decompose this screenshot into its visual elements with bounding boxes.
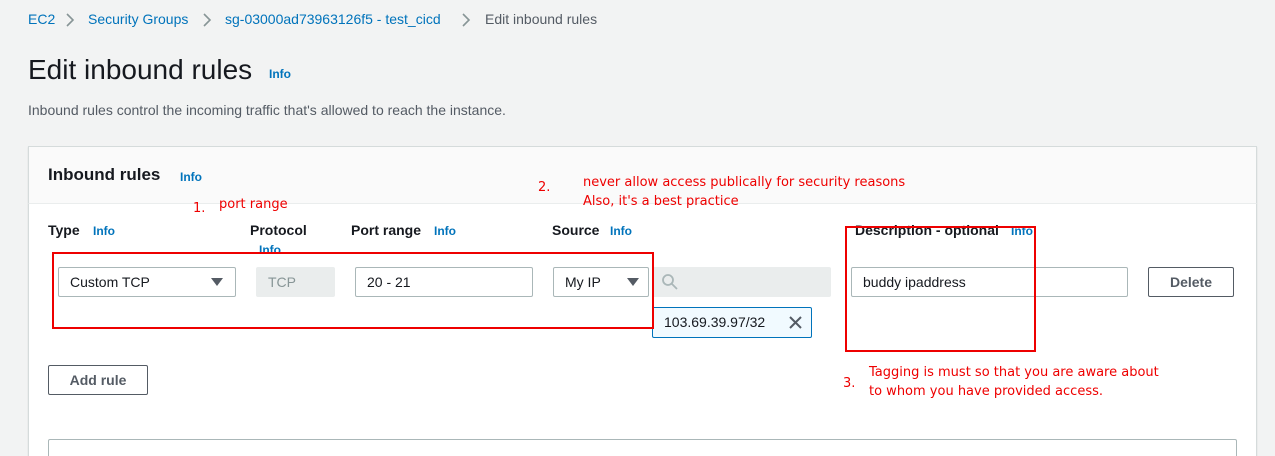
annotation-number-2: 2.: [538, 180, 551, 195]
annotation-number-1: 1.: [193, 201, 206, 216]
source-token-label: 103.69.39.97/32: [664, 314, 766, 330]
delete-button[interactable]: Delete: [1148, 267, 1234, 297]
annotation-security-line2: Also, it's a best practice: [583, 194, 739, 209]
add-rule-button[interactable]: Add rule: [48, 365, 148, 395]
annotation-port-range: port range: [219, 197, 288, 212]
column-source: Source: [552, 222, 600, 238]
annotation-tagging-line2: to whom you have provided access.: [869, 384, 1103, 399]
column-protocol: Protocol: [250, 222, 307, 238]
annotation-tagging-line1: Tagging is must so that you are aware ab…: [869, 365, 1159, 380]
annotation-box-port-source: [52, 252, 654, 329]
close-icon[interactable]: [788, 315, 803, 335]
breadcrumb-security-groups[interactable]: Security Groups: [88, 11, 188, 27]
type-info-link[interactable]: Info: [93, 224, 115, 238]
chevron-right-icon: [201, 10, 213, 30]
breadcrumb-current: Edit inbound rules: [485, 11, 598, 27]
annotation-number-3: 3.: [843, 376, 856, 391]
panel-title: Inbound rules: [48, 165, 161, 184]
panel-info-link[interactable]: Info: [180, 170, 202, 184]
search-icon: [661, 273, 679, 296]
annotation-security-line1: never allow access publically for securi…: [583, 175, 906, 190]
breadcrumb-security-group[interactable]: sg-03000ad73963126f5 - test_cicd: [225, 11, 441, 27]
port-range-info-link[interactable]: Info: [434, 224, 456, 238]
chevron-right-icon: [460, 10, 472, 30]
page-title: Edit inbound rules: [28, 54, 253, 85]
column-port-range: Port range: [351, 222, 422, 238]
page-info-link[interactable]: Info: [269, 67, 291, 81]
bottom-section: [48, 439, 1237, 456]
source-info-link[interactable]: Info: [610, 224, 632, 238]
annotation-box-description: [845, 226, 1036, 352]
page-description: Inbound rules control the incoming traff…: [28, 102, 506, 118]
breadcrumb-ec2[interactable]: EC2: [28, 11, 55, 27]
chevron-right-icon: [64, 10, 76, 30]
column-type: Type: [48, 222, 80, 238]
